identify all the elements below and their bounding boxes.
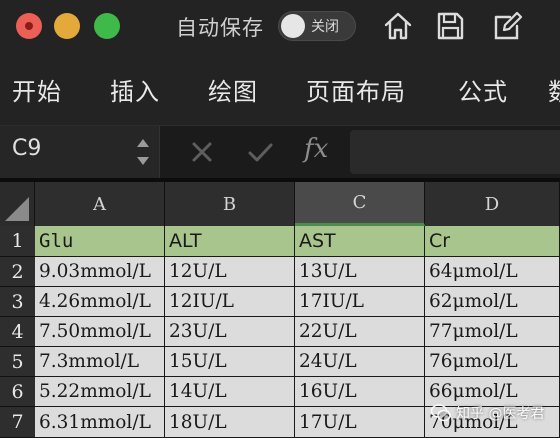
name-box-value: C9 (12, 136, 42, 161)
save-icon[interactable] (432, 8, 468, 44)
wechat-icon (430, 404, 451, 422)
row-header-5[interactable]: 5 (0, 347, 35, 377)
tab-insert[interactable]: 插入 (110, 72, 160, 107)
row-header-2[interactable]: 2 (0, 257, 35, 287)
cell-d4[interactable]: 77μmol/L (425, 317, 560, 347)
column-header-a[interactable]: A (35, 182, 165, 226)
row-header-1[interactable]: 1 (0, 226, 35, 257)
column-header-b[interactable]: B (165, 182, 295, 226)
cell-c1[interactable]: AST (295, 226, 425, 257)
cell-b2[interactable]: 12U/L (165, 257, 295, 287)
cell-c6[interactable]: 16U/L (295, 377, 425, 407)
ribbon-tabs: 开始 插入 绘图 页面布局 公式 数 (0, 55, 560, 126)
cell-a4[interactable]: 7.50mmol/L (35, 317, 165, 347)
cell-d2[interactable]: 64μmol/L (425, 257, 560, 287)
cell-b4[interactable]: 23U/L (165, 317, 295, 347)
cell-b1[interactable]: ALT (165, 226, 295, 257)
cell-c2[interactable]: 13U/L (295, 257, 425, 287)
watermark: 知乎 @医考君 (430, 398, 544, 428)
cell-c7[interactable]: 17U/L (295, 407, 425, 438)
cell-c3[interactable]: 17IU/L (295, 287, 425, 317)
toggle-knob (281, 14, 305, 38)
autosave-label: 自动保存 (176, 16, 264, 40)
row-header-7[interactable]: 7 (0, 407, 35, 438)
cell-a3[interactable]: 4.26mmol/L (35, 287, 165, 317)
cell-a5[interactable]: 7.3mmol/L (35, 347, 165, 377)
row-header-4[interactable]: 4 (0, 317, 35, 347)
name-box-stepper-icon[interactable] (134, 132, 152, 172)
insert-function-icon[interactable]: fx (304, 134, 328, 164)
select-all-button[interactable] (0, 182, 35, 226)
formula-bar: C9 fx (0, 126, 560, 178)
row-header-6[interactable]: 6 (0, 377, 35, 407)
cell-a2[interactable]: 9.03mmol/L (35, 257, 165, 287)
tab-data[interactable]: 数 (548, 72, 560, 107)
home-icon[interactable] (380, 8, 416, 44)
watermark-text: 知乎 @医考君 (456, 406, 545, 422)
cell-b5[interactable]: 15U/L (165, 347, 295, 377)
cell-d5[interactable]: 76μmol/L (425, 347, 560, 377)
close-window-button[interactable] (16, 13, 42, 39)
confirm-icon[interactable] (242, 134, 278, 170)
cell-c5[interactable]: 24U/L (295, 347, 425, 377)
select-all-icon (5, 197, 29, 221)
cancel-icon[interactable] (184, 134, 220, 170)
formula-input[interactable] (350, 130, 560, 174)
cell-a7[interactable]: 6.31mmol/L (35, 407, 165, 438)
column-header-c[interactable]: C (295, 182, 425, 226)
autosave-toggle[interactable]: 关闭 (278, 11, 356, 41)
tab-page-layout[interactable]: 页面布局 (306, 72, 406, 107)
cell-d3[interactable]: 62μmol/L (425, 287, 560, 317)
cell-c4[interactable]: 22U/L (295, 317, 425, 347)
name-box[interactable]: C9 (0, 126, 160, 178)
cell-a1[interactable]: Glu (35, 226, 165, 257)
title-bar: 自动保存 关闭 (0, 0, 560, 55)
edit-icon[interactable] (490, 8, 526, 44)
row-header-3[interactable]: 3 (0, 287, 35, 317)
cell-a6[interactable]: 5.22mmol/L (35, 377, 165, 407)
minimize-window-button[interactable] (54, 13, 80, 39)
zoom-window-button[interactable] (94, 13, 120, 39)
cell-b3[interactable]: 12IU/L (165, 287, 295, 317)
tab-draw[interactable]: 绘图 (208, 72, 258, 107)
cell-b7[interactable]: 18U/L (165, 407, 295, 438)
tab-formulas[interactable]: 公式 (458, 72, 508, 107)
tab-home[interactable]: 开始 (12, 72, 62, 107)
cell-b6[interactable]: 14U/L (165, 377, 295, 407)
autosave-toggle-text: 关闭 (311, 19, 339, 35)
column-header-d[interactable]: D (425, 182, 560, 226)
cell-d1[interactable]: Cr (425, 226, 560, 257)
